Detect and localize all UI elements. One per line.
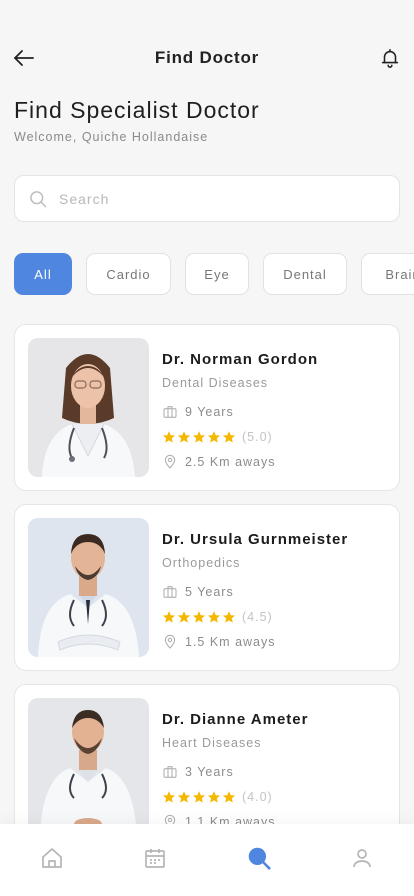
star-icon: [162, 791, 176, 803]
star-icon: [177, 611, 191, 623]
rating-value: (4.5): [242, 610, 273, 624]
star-icon: [192, 431, 206, 443]
page-title: Find Specialist Doctor: [14, 97, 260, 123]
rating-row: (4.5): [162, 609, 348, 625]
experience-text: 3 Years: [185, 765, 234, 779]
star-icon: [192, 791, 206, 803]
top-bar: Find Doctor: [0, 40, 414, 76]
doctor-photo: [28, 698, 149, 837]
doctor-info: Dr. Norman Gordon Dental Diseases 9 Year…: [162, 351, 318, 470]
rating-value: (4.0): [242, 790, 273, 804]
welcome-text: Welcome, Quiche Hollandaise: [14, 130, 209, 144]
distance-row: 1.5 Km aways: [162, 634, 348, 650]
doctor-card[interactable]: Dr. Ursula Gurnmeister Orthopedics 5 Yea…: [14, 504, 400, 671]
location-pin-icon: [162, 454, 178, 470]
home-icon: [41, 848, 62, 868]
find-doctor-screen: Find Doctor Find Specialist Doctor Welco…: [0, 0, 414, 896]
nav-profile-button[interactable]: [342, 838, 382, 878]
category-chip-cardio[interactable]: Cardio: [86, 253, 171, 295]
doctor-name: Dr. Norman Gordon: [162, 351, 319, 368]
doctor-photo: [28, 338, 149, 477]
doctor-name: Dr. Dianne Ameter: [162, 711, 309, 728]
star-icon: [162, 431, 176, 443]
nav-home-button[interactable]: [32, 838, 72, 878]
search-input[interactable]: [59, 190, 359, 207]
category-chip-all[interactable]: All: [14, 253, 72, 295]
rating-stars: [162, 610, 236, 624]
screen-title: Find Doctor: [154, 48, 260, 67]
doctor-name: Dr. Ursula Gurnmeister: [162, 531, 349, 548]
nav-search-button[interactable]: [239, 838, 279, 878]
profile-icon: [353, 849, 372, 868]
star-icon: [177, 791, 191, 803]
experience-text: 9 Years: [185, 405, 234, 419]
doctor-info: Dr. Dianne Ameter Heart Diseases 3 Years…: [162, 711, 309, 830]
rating-stars: [162, 790, 236, 804]
briefcase-icon: [162, 764, 178, 780]
briefcase-icon: [162, 584, 178, 600]
category-chip-dental[interactable]: Dental: [263, 253, 347, 295]
star-icon: [192, 611, 206, 623]
nav-calendar-button[interactable]: [135, 838, 175, 878]
bottom-nav: [0, 824, 414, 896]
star-icon: [222, 431, 236, 443]
rating-value: (5.0): [242, 430, 273, 444]
star-icon: [222, 611, 236, 623]
doctor-specialty: Dental Diseases: [162, 376, 269, 390]
search-icon: [27, 188, 49, 210]
experience-text: 5 Years: [185, 585, 234, 599]
doctor-specialty: Orthopedics: [162, 556, 241, 570]
star-icon: [177, 431, 191, 443]
briefcase-icon: [162, 404, 178, 420]
calendar-icon: [145, 849, 166, 868]
distance-text: 1.5 Km aways: [185, 635, 276, 649]
star-icon: [207, 611, 221, 623]
distance-text: 2.5 Km aways: [185, 455, 276, 469]
star-icon: [207, 791, 221, 803]
search-box[interactable]: [14, 175, 400, 222]
category-filter: All Cardio Eye Dental Brain: [14, 253, 414, 295]
rating-stars: [162, 430, 236, 444]
category-chip-brain[interactable]: Brain: [361, 253, 414, 295]
rating-row: (5.0): [162, 429, 318, 445]
experience-row: 3 Years: [162, 764, 309, 780]
search-icon: [248, 847, 271, 870]
rating-row: (4.0): [162, 789, 309, 805]
doctor-specialty: Heart Diseases: [162, 736, 262, 750]
experience-row: 9 Years: [162, 404, 318, 420]
location-pin-icon: [162, 634, 178, 650]
experience-row: 5 Years: [162, 584, 348, 600]
star-icon: [222, 791, 236, 803]
doctor-info: Dr. Ursula Gurnmeister Orthopedics 5 Yea…: [162, 531, 348, 650]
distance-row: 2.5 Km aways: [162, 454, 318, 470]
bell-icon: [381, 48, 399, 68]
doctor-photo: [28, 518, 149, 657]
star-icon: [207, 431, 221, 443]
category-chip-eye[interactable]: Eye: [185, 253, 249, 295]
notifications-button[interactable]: [376, 44, 404, 72]
doctor-card[interactable]: Dr. Norman Gordon Dental Diseases 9 Year…: [14, 324, 400, 491]
star-icon: [162, 611, 176, 623]
